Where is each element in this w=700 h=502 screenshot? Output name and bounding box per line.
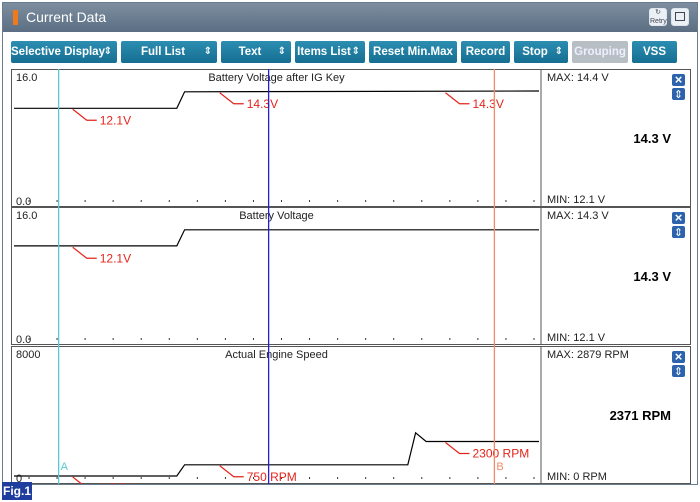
current-value: 2371 RPM	[610, 408, 671, 423]
min-value-label: MIN: 12.1 V	[547, 194, 606, 206]
data-trace	[14, 229, 539, 247]
close-icon: ×	[675, 210, 683, 225]
annotation-label: 0 RPM	[100, 481, 137, 484]
retry-label: Retry	[650, 18, 667, 25]
items-list-button[interactable]: Items List ⇕	[295, 41, 365, 63]
maximize-button[interactable]	[671, 8, 689, 26]
close-icon: ×	[675, 349, 683, 364]
text-button[interactable]: Text ⇕	[221, 41, 291, 63]
updown-caret-icon: ⇕	[277, 46, 286, 57]
graph-panel-frame	[11, 207, 691, 345]
annotation-label: 750 RPM	[247, 470, 297, 484]
updown-caret-icon: ⇕	[103, 46, 112, 57]
title-bar: Current Data ↻ Retry	[3, 3, 697, 32]
y-min-label: 0.0	[16, 196, 31, 208]
title-flag-icon	[13, 10, 18, 25]
updown-arrow-icon: ⇕	[674, 89, 683, 101]
min-value-label: MIN: 0 RPM	[547, 471, 607, 483]
grouping-button: Grouping	[572, 41, 628, 63]
graph-title: Battery Voltage	[239, 210, 314, 222]
max-value-label: MAX: 14.3 V	[547, 210, 609, 222]
cursor-a-label: A	[61, 461, 69, 473]
current-value: 14.3 V	[633, 131, 671, 146]
graph-title: Actual Engine Speed	[225, 349, 328, 361]
stop-button[interactable]: Stop ⇕	[514, 41, 568, 63]
record-button[interactable]: Record	[461, 41, 510, 63]
retry-button[interactable]: ↻ Retry	[649, 8, 667, 26]
graph-panels: 16.0 0.0 Battery Voltage after IG Key MAX: …	[11, 69, 691, 495]
graph-title: Battery Voltage after IG Key	[208, 72, 345, 84]
close-icon: ×	[675, 72, 683, 87]
annotation-label: 14.3V	[247, 97, 278, 111]
y-max-label: 16.0	[16, 210, 37, 222]
annotation-leader	[445, 442, 470, 455]
figure-label: Fig.1	[2, 482, 32, 500]
current-value: 14.3 V	[633, 269, 671, 284]
full-list-button[interactable]: Full List ⇕	[121, 41, 217, 63]
min-value-label: MIN: 12.1 V	[547, 332, 606, 344]
annotation-label: 12.1V	[100, 251, 131, 265]
selective-display-button[interactable]: Selective Display ⇕	[11, 41, 117, 63]
plot-area: 16.0 0.0 Battery Voltage after IG Key MAX: …	[11, 69, 691, 495]
updown-arrow-icon: ⇕	[674, 227, 683, 239]
max-value-label: MAX: 2879 RPM	[547, 349, 629, 361]
current-data-window: Current Data ↻ Retry Selective Display ⇕ …	[2, 2, 698, 495]
annotation-label: 2300 RPM	[473, 447, 530, 461]
toolbar: Selective Display ⇕ Full List ⇕ Text ⇕ Item…	[3, 33, 697, 68]
maximize-icon	[675, 12, 685, 21]
annotation-label: 12.1V	[100, 113, 131, 127]
annotation-label: 14.3V	[473, 97, 504, 111]
updown-caret-icon: ⇕	[203, 46, 212, 57]
y-max-label: 8000	[16, 349, 40, 361]
y-min-label: 0.0	[16, 334, 31, 346]
updown-caret-icon: ⇕	[554, 46, 563, 57]
vss-button[interactable]: VSS	[632, 41, 677, 63]
updown-caret-icon: ⇕	[351, 46, 360, 57]
graph-panel-frame	[11, 69, 691, 207]
max-value-label: MAX: 14.4 V	[547, 72, 609, 84]
annotation-leader	[72, 246, 97, 259]
annotation-leader	[445, 92, 470, 105]
cursor-b-label: B	[496, 461, 503, 473]
annotation-leader	[72, 108, 97, 121]
graph-panel-frame	[11, 346, 691, 484]
reset-min-max-button[interactable]: Reset Min.Max	[369, 41, 457, 63]
y-max-label: 16.0	[16, 72, 37, 84]
updown-arrow-icon: ⇕	[674, 366, 683, 378]
annotation-leader	[219, 465, 244, 478]
window-title: Current Data	[26, 9, 107, 25]
annotation-leader	[219, 92, 244, 105]
retry-icon: ↻	[655, 9, 661, 16]
